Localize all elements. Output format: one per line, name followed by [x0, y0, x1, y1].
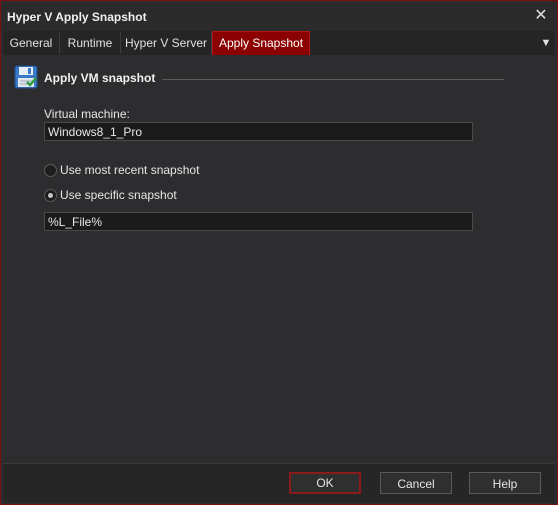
tab-content: Apply VM snapshot Virtual machine: Use m… [3, 55, 555, 463]
vm-input[interactable] [44, 122, 473, 141]
section-divider [162, 79, 504, 80]
save-disk-icon [14, 65, 38, 89]
cancel-button[interactable]: Cancel [380, 472, 452, 494]
radio-specific-label[interactable]: Use specific snapshot [60, 188, 177, 202]
dialog-window: Hyper V Apply Snapshot ✕ General Runtime… [0, 0, 558, 505]
button-bar: OK Cancel Help [3, 463, 555, 503]
section-title: Apply VM snapshot [44, 71, 156, 85]
tab-apply-snapshot[interactable]: Apply Snapshot [212, 31, 310, 56]
title-bar[interactable]: Hyper V Apply Snapshot ✕ [1, 1, 557, 31]
tab-runtime[interactable]: Runtime [60, 32, 121, 54]
tab-bar: General Runtime Hyper V Server Apply Sna… [3, 31, 555, 56]
help-button[interactable]: Help [469, 472, 541, 494]
vm-label: Virtual machine: [44, 107, 130, 121]
tab-general[interactable]: General [3, 32, 60, 54]
radio-most-recent-button[interactable] [44, 164, 57, 177]
tab-hyper-v-server[interactable]: Hyper V Server [121, 32, 212, 54]
radio-specific-button[interactable] [44, 189, 57, 202]
tab-menu-icon[interactable]: ▼ [538, 34, 554, 52]
ok-button[interactable]: OK [289, 472, 361, 494]
radio-most-recent-label[interactable]: Use most recent snapshot [60, 163, 199, 177]
snapshot-input[interactable] [44, 212, 473, 231]
window-title: Hyper V Apply Snapshot [7, 10, 147, 24]
close-icon[interactable]: ✕ [531, 6, 551, 26]
